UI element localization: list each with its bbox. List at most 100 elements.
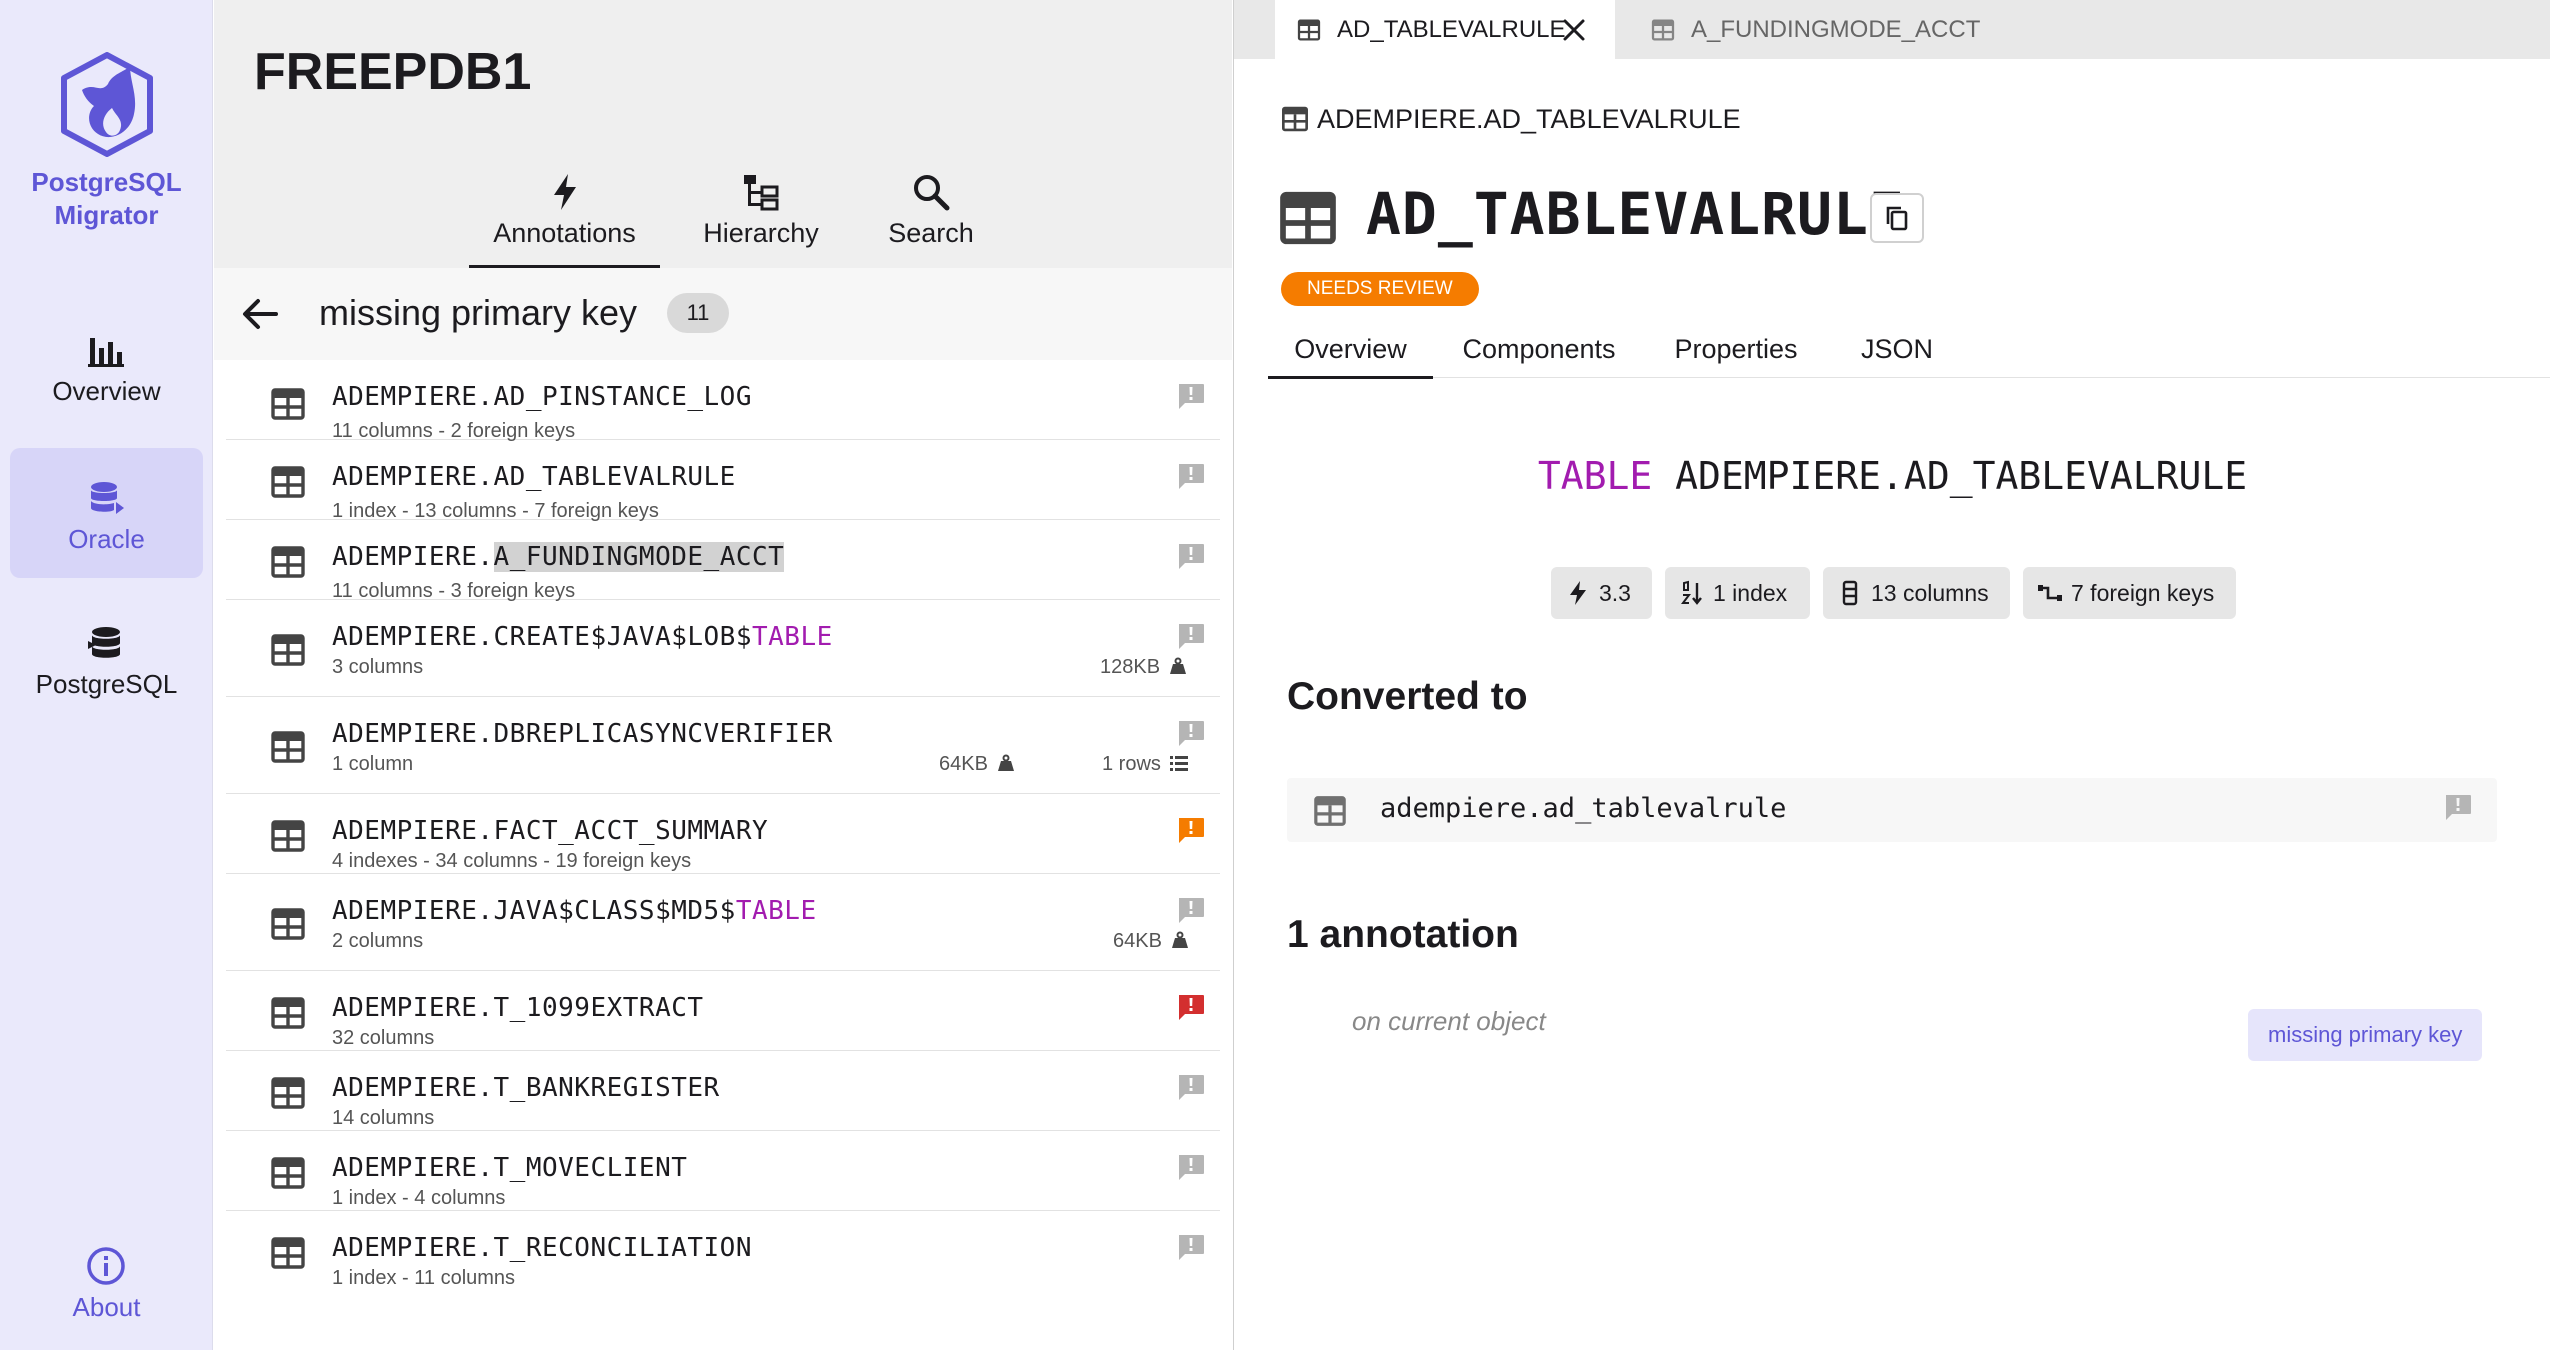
rail-item-overview[interactable]: Overview (10, 300, 203, 430)
object-summary: 32 columns (332, 1027, 435, 1049)
table-icon (1282, 106, 1308, 132)
converted-object-row[interactable]: adempiere.ad_tablevalrule (1287, 778, 2497, 842)
column-icon (1842, 580, 1858, 606)
object-summary: 4 indexes - 34 columns - 19 foreign keys (332, 850, 692, 872)
annotation-flag-icon[interactable] (1176, 462, 1206, 492)
tab-components[interactable]: Components (1443, 318, 1635, 378)
tab-overview[interactable]: Overview (1268, 318, 1433, 379)
close-icon[interactable] (1561, 17, 1587, 43)
chip-label: 13 columns (1871, 580, 1989, 606)
table-icon (1297, 19, 1321, 41)
ddl-object-name: ADEMPIERE.AD_TABLEVALRULE (1675, 454, 2248, 498)
tab-label: Search (888, 218, 974, 248)
copy-button[interactable] (1870, 193, 1924, 243)
database-title: FREEPDB1 (254, 43, 532, 101)
object-name: ADEMPIERE.DBREPLICASYNCVERIFIER (332, 719, 833, 749)
nav-rail: PostgreSQL Migrator Overview Oracle Post… (0, 0, 213, 1350)
object-schema: ADEMPIERE.CREATE$JAVA$LOB$ (332, 622, 752, 652)
object-summary: 1 column (332, 753, 414, 775)
annotation-flag-icon[interactable] (1176, 622, 1206, 652)
annotation-flag-icon[interactable] (1176, 1233, 1206, 1263)
app-name: PostgreSQL Migrator (31, 167, 182, 230)
table-icon (271, 820, 305, 852)
table-size-value: 64KB (1113, 930, 1162, 952)
tab-hierarchy[interactable]: Hierarchy (680, 168, 842, 268)
converted-object-name: adempiere.ad_tablevalrule (1380, 793, 1787, 824)
object-summary: 14 columns (332, 1107, 435, 1129)
table-row[interactable]: ADEMPIERE.FACT_ACCT_SUMMARY 4 indexes - … (226, 794, 1220, 874)
object-detail-panel: AD_TABLEVALRULE A_FUNDINGMODE_ACCT ADEMP… (1233, 0, 2550, 1350)
doc-tab-ad-tablevalrule[interactable]: AD_TABLEVALRULE (1275, 0, 1615, 59)
annotation-flag-icon[interactable] (1176, 1153, 1206, 1183)
table-row[interactable]: ADEMPIERE.T_1099EXTRACT 32 columns (226, 971, 1220, 1051)
table-row[interactable]: ADEMPIERE.A_FUNDINGMODE_ACCT 11 columns … (226, 520, 1220, 602)
object-name: ADEMPIERE.JAVA$CLASS$MD5$TABLE (332, 896, 817, 926)
error-flag-icon[interactable] (1176, 993, 1206, 1023)
back-arrow-icon[interactable] (238, 292, 282, 336)
chip-label: 1 index (1713, 580, 1788, 606)
table-icon (271, 1237, 305, 1269)
warning-flag-icon[interactable] (1176, 816, 1206, 846)
doc-tab-a-fundingmode-acct[interactable]: A_FUNDINGMODE_ACCT (1615, 0, 1995, 59)
panel-header: FREEPDB1 Annotations Hierarchy Search (214, 0, 1232, 268)
table-icon (1651, 19, 1675, 41)
annotation-flag-icon[interactable] (1176, 382, 1206, 412)
bolt-icon (554, 174, 576, 210)
object-list: ADEMPIERE.AD_PINSTANCE_LOG 11 columns - … (226, 360, 1220, 1291)
annotation-flag-icon[interactable] (1176, 719, 1206, 749)
bar-chart-icon (88, 338, 124, 367)
table-row[interactable]: ADEMPIERE.DBREPLICASYNCVERIFIER 1 column… (226, 697, 1220, 794)
doc-tab-label: AD_TABLEVALRULE (1337, 16, 1566, 43)
row-count: 1 rows (1102, 753, 1189, 776)
app-logo-icon (60, 52, 153, 157)
tab-properties[interactable]: Properties (1648, 318, 1824, 378)
rail-item-label: About (72, 1292, 141, 1322)
table-row[interactable]: ADEMPIERE.T_RECONCILIATION 1 index - 11 … (226, 1211, 1220, 1291)
name-keyword: TABLE (752, 622, 833, 652)
object-summary: 1 index - 4 columns (332, 1187, 506, 1209)
table-icon (271, 634, 305, 666)
table-row[interactable]: ADEMPIERE.JAVA$CLASS$MD5$TABLE 2 columns… (226, 874, 1220, 971)
search-icon (914, 175, 950, 211)
status-badge: NEEDS REVIEW (1281, 272, 1479, 306)
converted-heading: Converted to (1287, 675, 1528, 718)
rail-item-label: Oracle (68, 524, 145, 554)
bolt-icon (1570, 581, 1586, 605)
index-count-chip: 1 index (1665, 567, 1810, 619)
chip-label: 3.3 (1599, 580, 1631, 606)
table-icon (1276, 188, 1340, 248)
annotation-flag-icon[interactable] (2443, 793, 2473, 823)
filter-bar: missing primary key 11 (214, 268, 1232, 360)
table-row[interactable]: ADEMPIERE.T_BANKREGISTER 14 columns (226, 1051, 1220, 1131)
column-count-chip: 13 columns (1823, 567, 2010, 619)
table-row[interactable]: ADEMPIERE.AD_PINSTANCE_LOG 11 columns - … (226, 360, 1220, 442)
info-icon (87, 1247, 125, 1285)
tab-annotations[interactable]: Annotations (469, 168, 660, 268)
tab-json[interactable]: JSON (1832, 318, 1962, 378)
table-row[interactable]: ADEMPIERE.CREATE$JAVA$LOB$TABLE 3 column… (226, 600, 1220, 697)
table-row[interactable]: ADEMPIERE.AD_TABLEVALRULE 1 index - 13 c… (226, 440, 1220, 522)
rail-item-oracle[interactable]: Oracle (10, 448, 203, 578)
object-name: ADEMPIERE.A_FUNDINGMODE_ACCT (332, 542, 785, 572)
table-row[interactable]: ADEMPIERE.T_MOVECLIENT 1 index - 4 colum… (226, 1131, 1220, 1211)
object-name: ADEMPIERE.T_BANKREGISTER (332, 1073, 720, 1103)
rail-item-about[interactable]: About (10, 1232, 203, 1350)
annotation-flag-icon[interactable] (1176, 1073, 1206, 1103)
rail-item-label: Overview (52, 376, 161, 406)
annotation-tag[interactable]: missing primary key (2248, 1009, 2483, 1061)
app-brand[interactable]: PostgreSQL Migrator (0, 52, 213, 232)
object-schema: ADEMPIERE. (332, 542, 494, 572)
rail-item-postgresql[interactable]: PostgreSQL (10, 593, 203, 723)
annotation-flag-icon[interactable] (1176, 542, 1206, 572)
copy-icon (1886, 206, 1908, 231)
table-icon (1314, 796, 1346, 826)
tab-label: Hierarchy (703, 218, 819, 248)
list-icon (1169, 756, 1188, 771)
object-name: ADEMPIERE.AD_PINSTANCE_LOG (332, 382, 752, 412)
search-highlight: A_FUNDINGMODE_ACCT (493, 542, 785, 572)
hierarchy-icon (744, 175, 779, 211)
annotation-flag-icon[interactable] (1176, 896, 1206, 926)
tab-search[interactable]: Search (856, 168, 1006, 268)
ddl-signature: TABLE ADEMPIERE.AD_TABLEVALRULE (1234, 454, 2550, 498)
object-summary: 1 index - 11 columns (332, 1267, 516, 1289)
